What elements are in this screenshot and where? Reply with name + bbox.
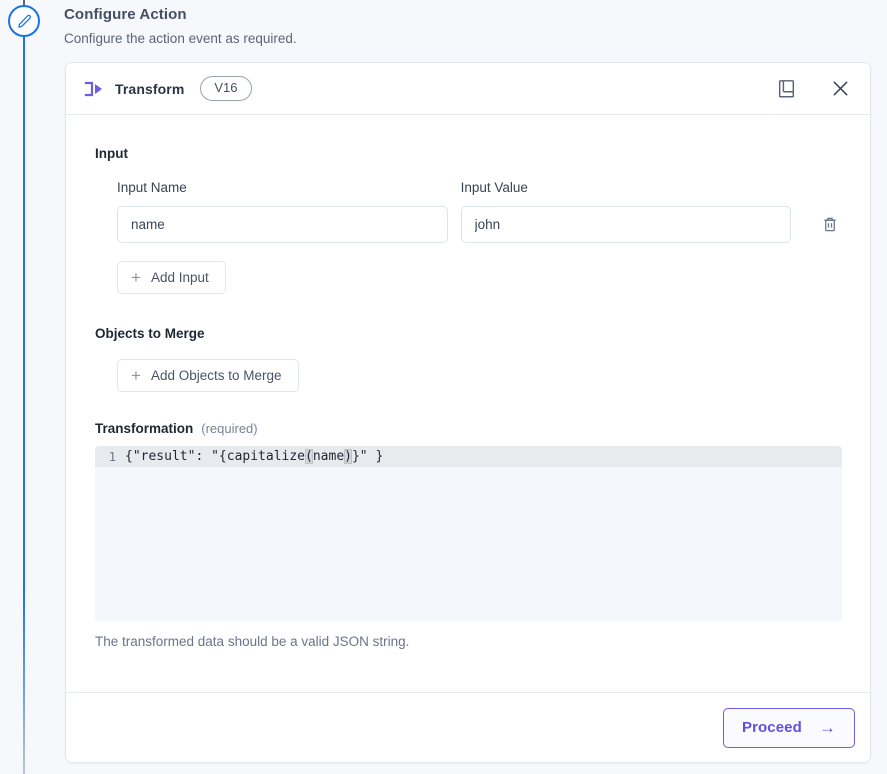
input-name-label: Input Name bbox=[117, 180, 187, 195]
transform-icon bbox=[83, 78, 105, 100]
page-header: Configure Action Configure the action ev… bbox=[64, 4, 664, 49]
add-objects-to-merge-button[interactable]: + Add Objects to Merge bbox=[117, 359, 299, 392]
input-row: Input Name Input Value bbox=[117, 179, 842, 243]
close-icon[interactable] bbox=[828, 77, 852, 101]
input-value-column: Input Value bbox=[460, 179, 792, 243]
plus-icon: + bbox=[131, 366, 141, 385]
transformation-header: Transformation (required) bbox=[95, 420, 842, 438]
proceed-label: Proceed bbox=[741, 719, 802, 736]
proceed-button[interactable]: Proceed → bbox=[722, 707, 855, 748]
merge-section-label: Objects to Merge bbox=[95, 326, 205, 341]
page-title: Configure Action bbox=[64, 6, 187, 23]
input-section-label: Input bbox=[95, 146, 128, 161]
arrow-right-icon: → bbox=[818, 718, 836, 737]
objects-to-merge-section: Objects to Merge + Add Objects to Merge bbox=[95, 325, 842, 392]
add-input-button[interactable]: + Add Input bbox=[117, 261, 226, 294]
input-rows: Input Name Input Value bbox=[95, 179, 842, 294]
card-body: Input Input Name Input Value bbox=[66, 115, 870, 693]
code-open-bracket: ( bbox=[305, 449, 313, 464]
card-footer: Proceed → bbox=[66, 692, 870, 762]
page-subtitle: Configure the action event as required. bbox=[64, 31, 297, 46]
code-segment-inner: name bbox=[312, 449, 345, 464]
input-section: Input Input Name Input Value bbox=[95, 145, 842, 294]
input-value-field[interactable] bbox=[460, 206, 792, 243]
input-name-column: Input Name bbox=[117, 179, 448, 243]
transformation-label: Transformation bbox=[95, 421, 194, 436]
rail-connector bbox=[23, 37, 25, 774]
code-text: {"result": "{capitalize(name)}" } bbox=[125, 449, 383, 464]
code-line-1[interactable]: 1 {"result": "{capitalize(name)}" } bbox=[95, 446, 842, 467]
card-title: Transform bbox=[115, 80, 185, 97]
step-node-configure[interactable] bbox=[8, 5, 40, 37]
line-number: 1 bbox=[108, 449, 116, 464]
configure-action-screen: Configure Action Configure the action ev… bbox=[0, 0, 887, 774]
trash-icon[interactable] bbox=[818, 206, 842, 243]
code-segment-before: {"result": "{capitalize bbox=[125, 449, 306, 464]
code-segment-after: }" } bbox=[351, 449, 384, 464]
input-value-label: Input Value bbox=[460, 180, 528, 195]
version-badge[interactable]: V16 bbox=[200, 76, 252, 101]
add-input-label: Add Input bbox=[150, 269, 209, 285]
card-header-actions bbox=[774, 77, 852, 101]
code-close-bracket: ) bbox=[344, 449, 352, 464]
card-header: Transform V16 bbox=[66, 63, 870, 115]
stepper-rail bbox=[0, 0, 48, 774]
transformation-required-hint: (required) bbox=[201, 421, 258, 436]
transformation-code-editor[interactable]: 1 {"result": "{capitalize(name)}" } bbox=[95, 446, 842, 621]
input-name-field[interactable] bbox=[117, 206, 448, 243]
transformation-helper-text: The transformed data should be a valid J… bbox=[95, 634, 410, 649]
transform-action-card: Transform V16 Input Input Name name Inpu… bbox=[65, 62, 871, 763]
pencil-icon bbox=[17, 14, 32, 29]
add-objects-to-merge-label: Add Objects to Merge bbox=[150, 367, 282, 383]
plus-icon: + bbox=[131, 268, 141, 287]
transformation-section: Transformation (required) 1 {"result": "… bbox=[95, 420, 842, 651]
book-icon[interactable] bbox=[774, 77, 798, 101]
